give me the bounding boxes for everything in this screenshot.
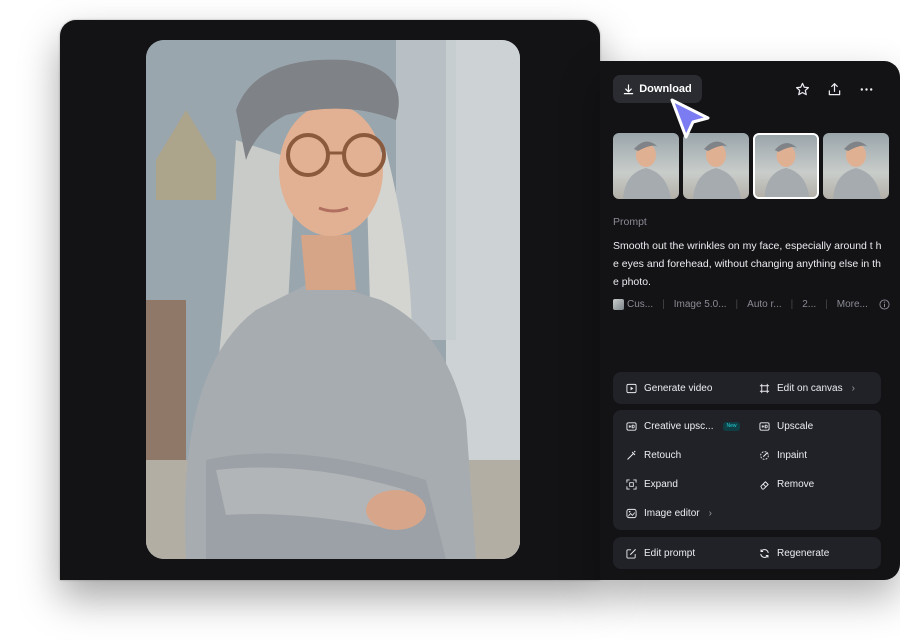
retouch-label: Retouch [644,449,682,461]
creative-upscale-label: Creative upsc... [644,420,714,432]
meta-separator: | [662,298,665,310]
meta-more[interactable]: More... [837,299,868,310]
remove-label: Remove [777,478,815,490]
remove-button[interactable]: Remove [759,476,814,492]
prompt-actions: Edit prompt Regenerate [613,537,881,569]
download-label: Download [639,83,692,95]
thumbnail-strip [613,133,889,199]
thumbnail-image [833,141,881,199]
image-editor-button[interactable]: Image editor › [626,505,712,521]
meta-count[interactable]: 2... [802,299,816,310]
expand-button[interactable]: Expand [626,476,678,492]
thumbnail-image [623,141,671,199]
thumbnail-image [764,142,810,197]
share-button[interactable] [825,80,843,98]
generate-video-label: Generate video [644,382,713,394]
thumbnail-image [693,141,741,199]
chevron-right-icon: › [851,382,855,394]
meta-style[interactable]: Cus... [627,299,653,310]
meta-separator: | [825,298,828,310]
mouse-pointer-icon [670,98,710,139]
inpaint-button[interactable]: Inpaint [759,447,807,463]
meta-separator: | [735,298,739,310]
image-preview-card [60,20,600,580]
star-icon [795,82,809,95]
thumbnail-3[interactable] [753,133,819,199]
canvas-frame-icon [759,383,770,393]
new-badge: New [723,421,740,431]
upscale-button[interactable]: Upscale [759,418,813,434]
portrait-illustration [146,40,520,559]
eraser-icon [760,480,769,490]
expand-icon [626,478,637,490]
meta-separator: | [790,298,794,310]
thumbnail-1[interactable] [613,133,679,199]
edit-tools-actions: Creative upsc... New Upscale Retouch Inp… [613,410,881,530]
more-options-icon [860,87,872,91]
more-options-button[interactable] [857,80,875,98]
edit-on-canvas-label: Edit on canvas [777,382,843,394]
expand-label: Expand [644,478,678,490]
video-canvas-actions: Generate video Edit on canvas › [613,372,881,404]
retouch-button[interactable]: Retouch [626,447,681,463]
prompt-label: Prompt [613,216,647,228]
regenerate-icon [760,548,769,558]
image-edit-icon [626,508,637,518]
hd-upscale-icon [626,421,637,431]
thumbnail-2[interactable] [683,133,749,199]
creative-upscale-button[interactable]: Creative upsc... New [626,418,740,434]
meta-model[interactable]: Image 5.0... [674,299,727,310]
style-thumbnail-icon [613,298,624,310]
download-icon [623,83,634,94]
edit-prompt-button[interactable]: Edit prompt [626,545,695,561]
image-editor-label: Image editor [644,507,700,519]
inpaint-label: Inpaint [777,449,808,461]
chevron-right-icon: › [708,507,712,519]
generation-meta-row: Cus... | Image 5.0... | Auto r... | 2...… [613,297,890,311]
magic-wand-icon [627,450,636,460]
meta-ratio[interactable]: Auto r... [747,299,781,310]
upscale-icon [759,421,770,431]
info-icon[interactable] [879,298,890,310]
upscale-label: Upscale [777,420,814,432]
regenerate-button[interactable]: Regenerate [759,545,829,561]
favorite-button[interactable] [793,80,811,98]
regenerate-label: Regenerate [777,547,830,559]
prompt-text: Smooth out the wrinkles on my face, espe… [613,240,882,288]
share-upload-icon [828,82,840,95]
generate-video-button[interactable]: Generate video [626,380,712,396]
play-video-icon [626,383,637,393]
edit-prompt-label: Edit prompt [644,547,696,559]
generated-photo[interactable] [146,40,520,559]
image-details-panel: Download Prompt Smooth out the wrinkles … [600,61,900,580]
thumbnail-4[interactable] [823,133,889,199]
inpaint-brush-icon [760,450,769,460]
edit-prompt-icon [626,548,636,559]
edit-on-canvas-button[interactable]: Edit on canvas › [759,380,855,396]
